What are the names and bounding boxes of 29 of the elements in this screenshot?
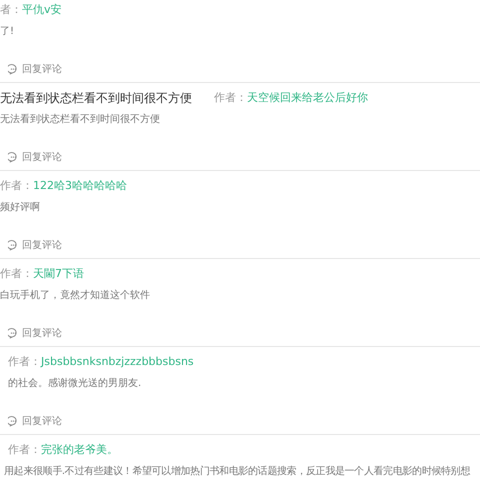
author-name[interactable]: 平仇v安 bbox=[22, 2, 62, 18]
comment-text: 频好评啊 bbox=[0, 200, 40, 214]
comment-text: 的社会。感谢微光送的男朋友. bbox=[8, 376, 142, 390]
author-label: 者： bbox=[0, 2, 22, 18]
speech-bubble-icon bbox=[8, 328, 19, 338]
comment-title: 无法看到状态栏看不到时间很不方便 bbox=[0, 90, 192, 107]
speech-bubble-icon bbox=[8, 152, 19, 162]
author-label: 作者： bbox=[214, 90, 247, 106]
reply-comment-link[interactable]: 回复评论 bbox=[8, 326, 62, 340]
author-name[interactable]: 完张的老爷美。 bbox=[41, 442, 118, 458]
comment-text: 用起来很顺手.不过有些建议！希望可以增加热门书和电影的话题搜索，反正我是一个人看完电影的时候特别想 bbox=[4, 464, 470, 478]
reply-comment-link[interactable]: 回复评论 bbox=[8, 62, 62, 76]
comment-text: 无法看到状态栏看不到时间很不方便 bbox=[0, 112, 160, 126]
reply-comment-link[interactable]: 回复评论 bbox=[8, 150, 62, 164]
reply-comment-link[interactable]: 回复评论 bbox=[8, 414, 62, 428]
speech-bubble-icon bbox=[8, 416, 19, 426]
author-name[interactable]: 122哈3哈哈哈哈哈 bbox=[33, 178, 127, 194]
comment-text: 白玩手机了，竟然才知道这个软件 bbox=[0, 288, 150, 302]
author-label: 作者： bbox=[0, 178, 33, 194]
speech-bubble-icon bbox=[8, 64, 19, 74]
author-name[interactable]: 天閫7下语 bbox=[33, 266, 84, 282]
author-name[interactable]: 天空候回来给老公后好你 bbox=[247, 90, 368, 106]
reply-comment-link[interactable]: 回复评论 bbox=[8, 238, 62, 252]
author-label: 作者： bbox=[0, 266, 33, 282]
speech-bubble-icon bbox=[8, 240, 19, 250]
author-label: 作者： bbox=[8, 354, 41, 370]
author-label: 作者： bbox=[8, 442, 41, 458]
comment-text: 了! bbox=[0, 24, 14, 38]
author-name[interactable]: Jsbsbbsnksnbzjzzzbbbsbsns bbox=[41, 354, 194, 370]
